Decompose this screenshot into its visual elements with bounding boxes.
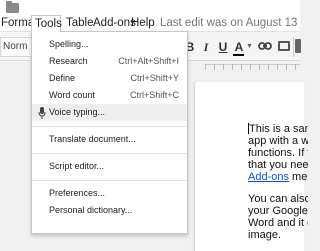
menu-divider	[32, 153, 187, 154]
doc-line: You can also c	[248, 193, 308, 205]
menu-table[interactable]: Table	[66, 15, 94, 31]
doc-line: image.	[248, 229, 282, 241]
tools-dropdown-menu: Spelling... Research Ctrl+Alt+Shift+I De…	[31, 31, 188, 234]
word-count-shortcut: Ctrl+Shift+C	[129, 90, 179, 100]
menu-tools[interactable]: Tools	[31, 15, 62, 32]
menu-divider	[32, 180, 187, 181]
text-color-caret-icon[interactable]: ▼	[246, 43, 253, 50]
doc-line: This is a samp	[248, 123, 308, 135]
menu-item-spelling[interactable]: Spelling...	[32, 36, 187, 53]
paragraph-style-select[interactable]: Norm	[0, 37, 32, 57]
menu-item-script-editor[interactable]: Script editor...	[32, 158, 187, 175]
text-color-swatch	[233, 54, 244, 56]
microphone-icon	[38, 107, 46, 119]
menu-item-research[interactable]: Research Ctrl+Alt+Shift+I	[32, 53, 187, 70]
comment-icon[interactable]	[278, 41, 290, 51]
ruler-ticks[interactable]	[205, 64, 300, 74]
doc-line: Word and it ca	[248, 217, 308, 229]
folder-icon[interactable]	[6, 1, 19, 13]
document-page[interactable]: This is a samp app with a wic functions.…	[194, 82, 308, 251]
menu-item-voice-typing[interactable]: Voice typing...	[32, 104, 187, 121]
doc-line: app with a wic	[248, 135, 308, 147]
research-shortcut: Ctrl+Alt+Shift+I	[118, 56, 179, 66]
toolbar-divider	[293, 37, 294, 57]
menu-bar: Format Tools Table Add-ons Help Last edi…	[0, 15, 300, 32]
define-shortcut: Ctrl+Shift+Y	[130, 73, 179, 83]
last-edit-link[interactable]: Last edit was on August 13	[160, 15, 297, 31]
doc-line: Add-ons menu	[248, 171, 308, 183]
link-icon[interactable]	[258, 41, 272, 51]
menu-help[interactable]: Help	[131, 15, 155, 31]
menu-item-define[interactable]: Define Ctrl+Shift+Y	[32, 70, 187, 87]
menu-addons[interactable]: Add-ons	[93, 15, 136, 31]
document-body[interactable]: This is a samp app with a wic functions.…	[248, 123, 308, 241]
menu-item-personal-dictionary[interactable]: Personal dictionary...	[32, 202, 187, 219]
doc-line: that you need,	[248, 159, 308, 171]
menu-divider	[32, 126, 187, 127]
menu-item-word-count[interactable]: Word count Ctrl+Shift+C	[32, 87, 187, 104]
italic-button[interactable]: I	[200, 38, 212, 56]
addons-link[interactable]: Add-ons	[248, 171, 289, 183]
menu-item-preferences[interactable]: Preferences...	[32, 185, 187, 202]
menu-item-translate-document[interactable]: Translate document...	[32, 131, 187, 148]
doc-line: your Google D	[248, 205, 308, 217]
underline-button[interactable]: U	[217, 38, 229, 56]
doc-line: functions. If th	[248, 147, 308, 159]
more-options-icon[interactable]	[295, 39, 301, 53]
